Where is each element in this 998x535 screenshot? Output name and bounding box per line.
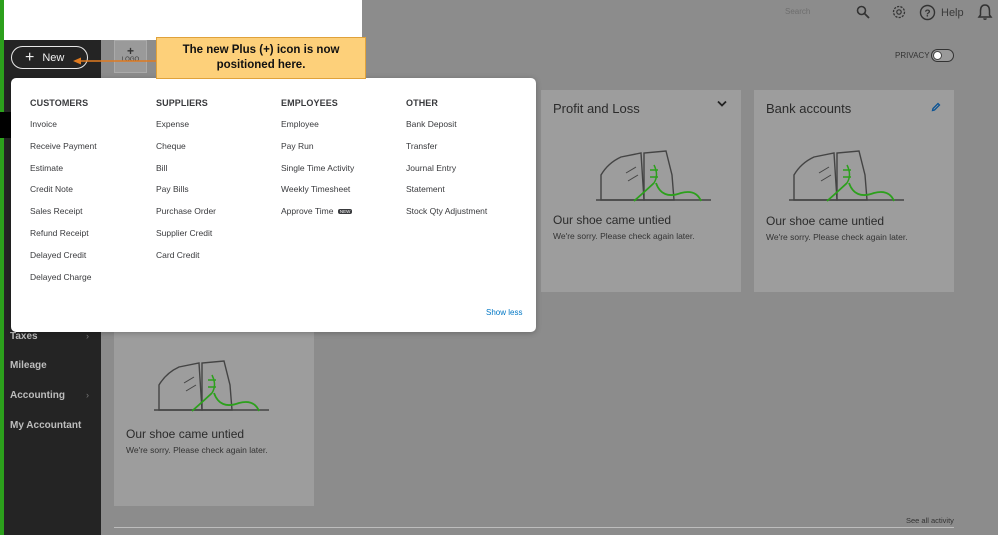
callout-arrow	[73, 57, 156, 65]
menu-item-invoice[interactable]: Invoice	[30, 119, 97, 141]
menu-item-approve-time[interactable]: Approve Time NEW	[281, 206, 354, 228]
menu-item-cheque[interactable]: Cheque	[156, 141, 216, 163]
untied-shoe-illustration	[154, 360, 269, 412]
untied-shoe-illustration	[596, 150, 711, 202]
chevron-right-icon: ›	[86, 331, 89, 341]
sidebar-item-accounting[interactable]: Accounting	[10, 390, 65, 401]
search-icon[interactable]	[856, 5, 870, 19]
menu-item-delayed-charge[interactable]: Delayed Charge	[30, 272, 97, 294]
menu-item-refund-receipt[interactable]: Refund Receipt	[30, 228, 97, 250]
column-heading: EMPLOYEES	[281, 98, 338, 108]
menu-item-stock-qty-adjustment[interactable]: Stock Qty Adjustment	[406, 206, 487, 228]
plus-icon: +	[25, 48, 35, 66]
menu-column-customers: CUSTOMERS Invoice Receive Payment Estima…	[30, 98, 97, 293]
menu-item-employee[interactable]: Employee	[281, 119, 354, 141]
menu-item-transfer[interactable]: Transfer	[406, 141, 487, 163]
bank-accounts-card: Bank accounts Our shoe came untied We're…	[754, 90, 954, 292]
edit-pencil-icon[interactable]	[931, 102, 941, 112]
bell-icon[interactable]	[977, 3, 993, 21]
menu-item-single-time-activity[interactable]: Single Time Activity	[281, 163, 354, 185]
privacy-label: PRIVACY	[895, 51, 930, 60]
card-message: Our shoe came untied	[553, 213, 672, 227]
search-input[interactable]: Search	[785, 7, 810, 16]
menu-item-pay-bills[interactable]: Pay Bills	[156, 184, 216, 206]
menu-item-card-credit[interactable]: Card Credit	[156, 250, 216, 272]
chevron-right-icon: ›	[86, 390, 89, 400]
menu-item-weekly-timesheet[interactable]: Weekly Timesheet	[281, 184, 354, 206]
svg-text:?: ?	[924, 9, 930, 20]
menu-column-suppliers: SUPPLIERS Expense Cheque Bill Pay Bills …	[156, 98, 216, 272]
sidebar-item-taxes[interactable]: Taxes	[10, 331, 38, 342]
column-heading: CUSTOMERS	[30, 98, 89, 108]
card-title: Profit and Loss	[553, 101, 640, 116]
menu-item-bill[interactable]: Bill	[156, 163, 216, 185]
gear-icon[interactable]	[891, 4, 907, 20]
menu-item-delayed-credit[interactable]: Delayed Credit	[30, 250, 97, 272]
menu-item-pay-run[interactable]: Pay Run	[281, 141, 354, 163]
divider	[114, 527, 954, 528]
menu-item-estimate[interactable]: Estimate	[30, 163, 97, 185]
card-submessage: We're sorry. Please check again later.	[126, 445, 268, 455]
new-button-label: New	[42, 51, 65, 64]
menu-item-sales-receipt[interactable]: Sales Receipt	[30, 206, 97, 228]
menu-item-credit-note[interactable]: Credit Note	[30, 184, 97, 206]
help-icon[interactable]: ?	[919, 4, 936, 21]
menu-item-receive-payment[interactable]: Receive Payment	[30, 141, 97, 163]
see-all-activity-link[interactable]: See all activity	[906, 516, 954, 525]
chevron-down-icon[interactable]	[717, 100, 727, 108]
menu-column-employees: EMPLOYEES Employee Pay Run Single Time A…	[281, 98, 354, 228]
sidebar-item-my-accountant[interactable]: My Accountant	[10, 420, 81, 431]
show-less-link[interactable]: Show less	[486, 308, 522, 317]
column-heading: SUPPLIERS	[156, 98, 208, 108]
sidebar-item-mileage[interactable]: Mileage	[10, 360, 47, 371]
profit-and-loss-card: Profit and Loss Our shoe came untied We'…	[541, 90, 741, 292]
new-menu-panel: CUSTOMERS Invoice Receive Payment Estima…	[11, 78, 536, 332]
menu-item-purchase-order[interactable]: Purchase Order	[156, 206, 216, 228]
untied-shoe-illustration	[789, 150, 904, 202]
card-message: Our shoe came untied	[126, 427, 245, 441]
menu-item-statement[interactable]: Statement	[406, 184, 487, 206]
card-submessage: We're sorry. Please check again later.	[553, 231, 695, 241]
privacy-toggle[interactable]	[931, 49, 954, 62]
help-label[interactable]: Help	[941, 7, 964, 19]
card-title: Bank accounts	[766, 101, 852, 116]
brand-strip	[0, 0, 4, 535]
new-badge: NEW	[337, 209, 353, 215]
card-message: Our shoe came untied	[766, 214, 885, 228]
company-header-area	[4, 0, 362, 40]
menu-column-other: OTHER Bank Deposit Transfer Journal Entr…	[406, 98, 487, 228]
menu-item-journal-entry[interactable]: Journal Entry	[406, 163, 487, 185]
menu-item-label: Approve Time	[281, 206, 334, 217]
menu-item-expense[interactable]: Expense	[156, 119, 216, 141]
menu-item-supplier-credit[interactable]: Supplier Credit	[156, 228, 216, 250]
menu-item-bank-deposit[interactable]: Bank Deposit	[406, 119, 487, 141]
annotation-callout: The new Plus (+) icon is now positioned …	[156, 37, 366, 79]
column-heading: OTHER	[406, 98, 438, 108]
card-submessage: We're sorry. Please check again later.	[766, 232, 908, 242]
